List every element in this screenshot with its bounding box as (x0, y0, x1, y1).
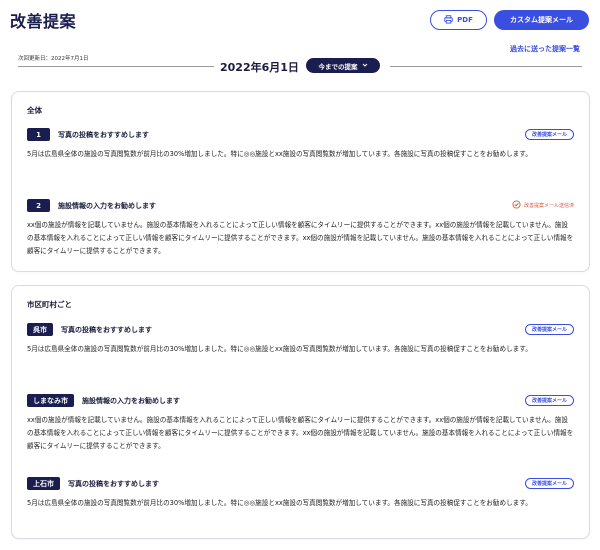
suggestion-body: 5月は広島県全体の施設の写真閲覧数が前月比の30%増加しました。特に◎◎施設とx… (27, 150, 532, 158)
page-title: 改善提案 (10, 12, 77, 31)
suggestion-item: 1 写真の投稿をおすすめします 改善提案メール 5月は広島県全体の施設の写真閲覧… (27, 128, 574, 161)
suggestion-item: しまなみ市 施設情報の入力をお勧めします 改善提案メール xx個の施設が情報を記… (27, 394, 574, 453)
municipality-badge: 上石市 (27, 477, 60, 490)
municipal-section-title: 市区町村ごと (27, 300, 72, 309)
municipality-badge: しまなみ市 (27, 394, 74, 407)
suggestion-item: 2 施設情報の入力をお勧めします 改善提案メール送信済 xx個の施設が情報を記載… (27, 199, 574, 258)
divider-left (18, 66, 214, 67)
suggestion-body: xx個の施設が情報を記載していません。施設の基本情報を入れることによって正しい情… (27, 221, 574, 255)
municipal-card: 市区町村ごと 呉市 写真の投稿をおすすめします 改善提案メール 5月は広島県全体… (11, 285, 590, 539)
custom-mail-button[interactable]: カスタム提案メール (494, 10, 589, 30)
municipality-badge: 呉市 (27, 323, 53, 336)
divider-right (390, 66, 582, 67)
suggestion-title: 写真の投稿をおすすめします (68, 479, 159, 488)
suggestion-number-badge: 2 (27, 199, 50, 212)
period-dropdown[interactable]: 今までの提案 (306, 58, 380, 73)
improvement-mail-button[interactable]: 改善提案メール (524, 129, 574, 140)
pdf-button[interactable]: PDF (430, 10, 487, 30)
suggestion-body: xx個の施設が情報を記載していません。施設の基本情報を入れることによって正しい情… (27, 416, 574, 450)
suggestion-title: 施設情報の入力をお勧めします (82, 396, 180, 405)
current-date: 2022年6月1日 (220, 61, 299, 74)
suggestion-body: 5月は広島県全体の施設の写真閲覧数が前月比の30%増加しました。特に◎◎施設とx… (27, 499, 532, 507)
suggestion-item: 呉市 写真の投稿をおすすめします 改善提案メール 5月は広島県全体の施設の写真閲… (27, 323, 574, 356)
improvement-mail-button[interactable]: 改善提案メール (524, 324, 574, 335)
suggestion-title: 写真の投稿をおすすめします (61, 325, 152, 334)
history-link[interactable]: 過去に送った提案一覧 (510, 44, 580, 54)
chevron-down-icon (362, 62, 368, 70)
improvement-mail-button[interactable]: 改善提案メール (524, 478, 574, 489)
overall-section-title: 全体 (27, 106, 42, 115)
suggestion-item: 上石市 写真の投稿をおすすめします 改善提案メール 5月は広島県全体の施設の写真… (27, 477, 574, 510)
period-dropdown-label: 今までの提案 (318, 62, 358, 71)
mail-sent-status: 改善提案メール送信済 (512, 200, 574, 211)
suggestion-title: 写真の投稿をおすすめします (58, 130, 149, 139)
overall-card: 全体 1 写真の投稿をおすすめします 改善提案メール 5月は広島県全体の施設の写… (11, 91, 590, 272)
next-update-date: 次回更新日：2022年7月1日 (18, 56, 89, 62)
mail-sent-label: 改善提案メール送信済 (523, 203, 574, 209)
suggestion-number-badge: 1 (27, 128, 50, 141)
improvement-mail-button[interactable]: 改善提案メール (524, 395, 574, 406)
check-circle-icon (512, 200, 521, 211)
suggestion-body: 5月は広島県全体の施設の写真閲覧数が前月比の30%増加しました。特に◎◎施設とx… (27, 345, 532, 353)
printer-icon (444, 14, 453, 26)
pdf-label: PDF (457, 16, 473, 24)
suggestion-title: 施設情報の入力をお勧めします (58, 201, 156, 210)
